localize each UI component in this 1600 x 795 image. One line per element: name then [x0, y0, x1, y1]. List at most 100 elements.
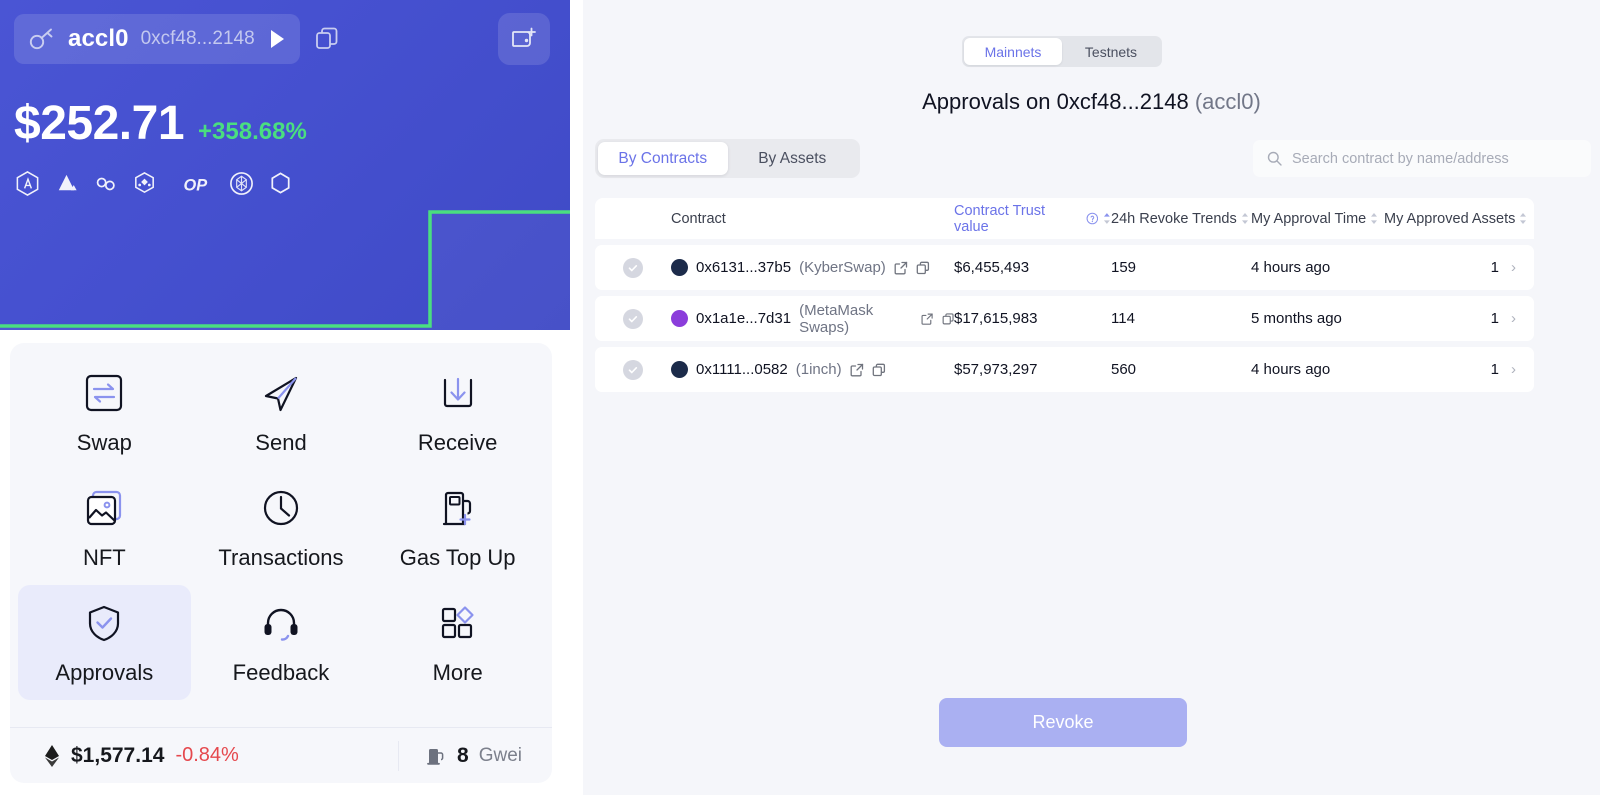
balance-amount: $252.71: [14, 97, 185, 150]
gas-price-group: 8 Gwei: [398, 740, 552, 771]
gas-value: 8: [457, 743, 469, 767]
sort-arrows-icon[interactable]: [1241, 212, 1249, 225]
arbitrum-chain-icon[interactable]: [14, 170, 41, 197]
check-circle-icon[interactable]: [623, 359, 643, 380]
tab-testnets[interactable]: Testnets: [1062, 38, 1160, 65]
action-swap[interactable]: Swap: [18, 355, 191, 470]
avalanche-chain-icon[interactable]: [53, 170, 80, 197]
play-triangle-icon[interactable]: [270, 30, 284, 48]
col-contract: Contract: [671, 211, 954, 227]
copy-icon[interactable]: [916, 261, 930, 275]
check-circle-icon[interactable]: [623, 308, 643, 329]
fantom-chain-icon[interactable]: [228, 170, 255, 197]
eth-change: -0.84%: [175, 744, 239, 766]
eth-price: $1,577.14: [71, 743, 165, 767]
revoke-trend-cell: 114: [1111, 310, 1135, 327]
add-wallet-icon: [512, 27, 536, 47]
grid-more-icon: [441, 605, 474, 638]
col-label: Contract Trust value: [954, 202, 1046, 235]
external-link-icon[interactable]: [894, 261, 908, 275]
search-box[interactable]: [1253, 140, 1591, 177]
page-title-sub: (accl0): [1194, 89, 1261, 114]
row-checkbox-cell[interactable]: [595, 359, 671, 380]
action-feedback[interactable]: Feedback: [195, 585, 368, 700]
approval-time-cell: 4 hours ago: [1251, 361, 1331, 378]
sort-arrows-icon[interactable]: [1519, 212, 1527, 225]
approvals-page-inner: Mainnets Testnets Approvals on 0xcf48...…: [583, 0, 1600, 795]
action-send[interactable]: Send: [195, 355, 368, 470]
col-revoke-trends[interactable]: 24h Revoke Trends: [1111, 211, 1251, 227]
col-trust-value[interactable]: Contract Trust value: [954, 203, 1111, 235]
action-gas-top-up[interactable]: Gas Top Up: [371, 470, 544, 585]
action-more[interactable]: More: [371, 585, 544, 700]
sort-arrows-icon[interactable]: [1103, 212, 1111, 225]
polygon-chain-icon[interactable]: [267, 170, 294, 197]
app-screen: accl0 0xcf48...2148 $252.71 +358.68% OP …: [0, 0, 1600, 795]
chevron-right-icon[interactable]: ›: [1511, 310, 1516, 327]
col-approved-assets[interactable]: My Approved Assets: [1384, 211, 1534, 227]
col-approval-time[interactable]: My Approval Time: [1251, 211, 1384, 227]
gas-unit: Gwei: [478, 744, 522, 766]
col-label: My Approved Assets: [1384, 210, 1516, 227]
approved-assets-count: 1: [1490, 310, 1499, 327]
external-link-icon[interactable]: [850, 363, 864, 377]
action-label: Transactions: [218, 544, 344, 570]
action-nft[interactable]: NFT: [18, 470, 191, 585]
action-label: Feedback: [232, 659, 330, 685]
check-circle-icon[interactable]: [623, 257, 643, 278]
wallet-header: accl0 0xcf48...2148 $252.71 +358.68% OP: [0, 0, 570, 330]
action-transactions[interactable]: Transactions: [195, 470, 368, 585]
contract-cell: 0x1a1e...7d31 (MetaMask Swaps): [671, 302, 954, 336]
approved-assets-cell[interactable]: 1 ›: [1384, 310, 1534, 327]
contract-address: 0x1a1e...7d31: [696, 310, 792, 327]
table-row[interactable]: 0x1111...0582 (1inch) $57,973,297 560 4 …: [595, 347, 1534, 392]
actions-grid: Swap Send Receive NFT Transactions Gas T…: [10, 343, 552, 704]
contract-cell: 0x6131...37b5 (KyberSwap): [671, 259, 954, 276]
table-header-row: Contract Contract Trust value 24h Revoke…: [595, 198, 1534, 239]
copy-icon[interactable]: [942, 312, 954, 326]
external-link-icon[interactable]: [921, 312, 933, 326]
approved-assets-cell[interactable]: 1 ›: [1384, 259, 1534, 276]
approval-time-cell: 5 months ago: [1251, 310, 1342, 327]
chevron-right-icon[interactable]: ›: [1511, 259, 1516, 276]
balance-sparkline-chart: [0, 210, 570, 330]
contract-project: (KyberSwap): [799, 259, 886, 276]
table-row[interactable]: 0x1a1e...7d31 (MetaMask Swaps) $17,615,9: [595, 296, 1534, 341]
balance-row: $252.71 +358.68%: [14, 96, 307, 151]
contract-cell: 0x1111...0582 (1inch): [671, 361, 954, 378]
action-approvals[interactable]: Approvals: [18, 585, 191, 700]
copy-icon[interactable]: [314, 26, 340, 52]
approvals-table: Contract Contract Trust value 24h Revoke…: [595, 198, 1534, 392]
account-chip[interactable]: accl0 0xcf48...2148: [14, 14, 300, 64]
sort-arrows-icon[interactable]: [1370, 212, 1378, 225]
contract-address: 0x6131...37b5: [696, 259, 792, 276]
bnb-chain-icon[interactable]: [131, 170, 158, 197]
tab-by-contracts[interactable]: By Contracts: [598, 142, 728, 175]
copy-icon[interactable]: [872, 363, 886, 377]
approvals-page: Mainnets Testnets Approvals on 0xcf48...…: [570, 0, 1600, 795]
tab-mainnets[interactable]: Mainnets: [964, 38, 1062, 65]
search-icon: [1267, 151, 1282, 166]
add-wallet-button[interactable]: [498, 13, 550, 65]
contract-project: (1inch): [795, 361, 842, 378]
optimism-chain-icon[interactable]: OP: [182, 170, 216, 197]
tab-by-assets[interactable]: By Assets: [728, 142, 858, 175]
account-address: 0xcf48...2148: [140, 28, 255, 49]
row-checkbox-cell[interactable]: [595, 257, 671, 278]
approved-assets-cell[interactable]: 1 ›: [1384, 361, 1534, 378]
balance-change: +358.68%: [198, 118, 307, 145]
row-checkbox-cell[interactable]: [595, 308, 671, 329]
swap-icon: [86, 374, 123, 411]
search-input[interactable]: [1292, 150, 1577, 167]
revoke-trend-cell: 159: [1111, 259, 1137, 276]
account-bar: accl0 0xcf48...2148: [14, 14, 340, 64]
clock-icon: [263, 490, 299, 525]
chevron-right-icon[interactable]: ›: [1511, 361, 1516, 378]
chainlink-chain-icon[interactable]: [92, 170, 119, 197]
table-row[interactable]: 0x6131...37b5 (KyberSwap) $6,455,493 159…: [595, 245, 1534, 290]
shield-check-icon: [89, 605, 120, 641]
action-receive[interactable]: Receive: [371, 355, 544, 470]
info-circle-icon[interactable]: [1086, 212, 1099, 225]
kyberswap-token-icon: [671, 259, 688, 276]
revoke-button[interactable]: Revoke: [939, 698, 1187, 747]
